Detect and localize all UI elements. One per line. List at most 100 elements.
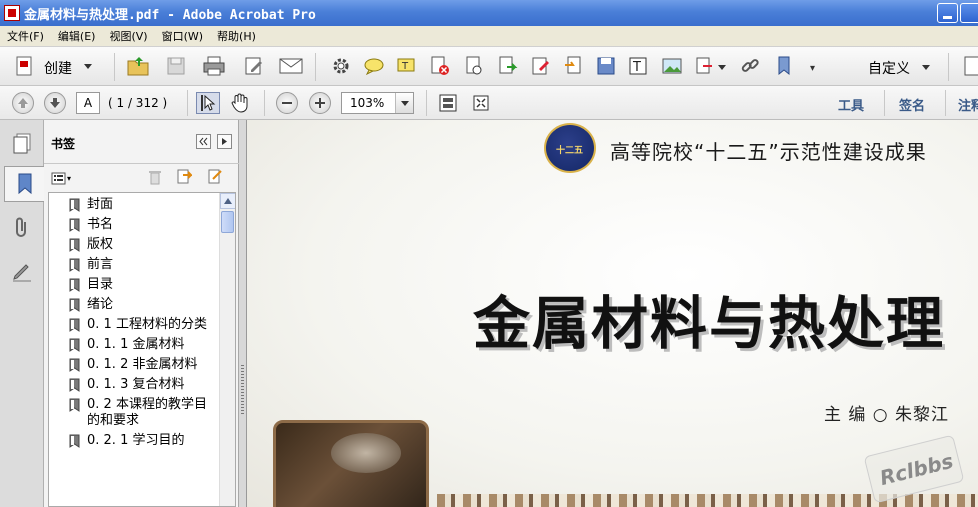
- customize-button[interactable]: 自定义: [868, 58, 910, 78]
- create-icon[interactable]: [12, 53, 38, 79]
- text-box-icon[interactable]: T: [625, 53, 651, 79]
- toolbar-overflow-icon[interactable]: ▾: [810, 63, 815, 74]
- document-view[interactable]: 十二五 高等院校“十二五”示范性建设成果 金属材料与热处理 主 编 ○ 朱黎江 …: [247, 120, 978, 507]
- zoom-in-button[interactable]: [309, 92, 331, 114]
- bookmark-label: 0. 2. 1 学习目的: [87, 433, 185, 448]
- image-icon[interactable]: [659, 53, 685, 79]
- hand-tool-icon[interactable]: [228, 92, 252, 114]
- sign-pane-link[interactable]: 签名: [899, 95, 925, 114]
- bookmark-label: 版权: [87, 237, 114, 252]
- customize-dropdown-icon[interactable]: [922, 65, 930, 70]
- menu-edit[interactable]: 编辑(E): [51, 28, 103, 44]
- create-button[interactable]: 创建: [44, 58, 72, 78]
- chain-link-icon[interactable]: [737, 53, 763, 79]
- bookmark-label: 0. 1. 2 非金属材料: [87, 357, 198, 372]
- bookmark-item[interactable]: 绪论: [49, 297, 235, 313]
- bookmarks-panel-icon[interactable]: [4, 166, 45, 202]
- toolbar-separator: [114, 53, 115, 81]
- bookmark-item[interactable]: 版权: [49, 237, 235, 253]
- full-screen-icon[interactable]: [469, 92, 493, 114]
- open-folder-icon[interactable]: [125, 53, 151, 79]
- menu-file[interactable]: 文件(F): [0, 28, 51, 44]
- bookmark-item[interactable]: 0. 1. 3 复合材料: [49, 377, 235, 393]
- create-dropdown-icon[interactable]: [84, 64, 92, 69]
- toolbar-extra-icon[interactable]: [958, 53, 978, 79]
- highlight-text-icon[interactable]: T: [394, 53, 420, 79]
- email-icon[interactable]: [278, 53, 304, 79]
- bookmark-options-icon[interactable]: ▾: [51, 170, 75, 186]
- splitter-grip[interactable]: [241, 365, 244, 415]
- bookmark-label: 0. 2 本课程的教学目的和要求: [87, 397, 207, 428]
- panel-splitter[interactable]: [239, 120, 247, 507]
- comment-pane-link[interactable]: 注释: [958, 95, 978, 114]
- menu-bar: 文件(F) 编辑(E) 视图(V) 窗口(W) 帮助(H): [0, 26, 978, 46]
- bookmark-label: 封面: [87, 197, 114, 212]
- bookmark-item[interactable]: 0. 2 本课程的教学目的和要求: [49, 397, 235, 429]
- bookmark-item[interactable]: 0. 1. 1 金属材料: [49, 337, 235, 353]
- export-page-icon[interactable]: [495, 53, 521, 79]
- bookmark-item[interactable]: 目录: [49, 277, 235, 293]
- bookmark-icon: [69, 378, 80, 392]
- bookmarks-title: 书签: [51, 137, 76, 151]
- zoom-combobox[interactable]: [341, 92, 414, 114]
- scrollbar-thumb[interactable]: [221, 211, 234, 233]
- watermark-text: Rclbbs: [877, 448, 956, 491]
- book-title: 金属材料与热处理: [473, 290, 945, 357]
- menu-window[interactable]: 窗口(W): [155, 28, 210, 44]
- toolbar-separator: [945, 90, 946, 116]
- bookmark-icon: [69, 338, 80, 352]
- expand-bookmark-icon[interactable]: [207, 169, 223, 188]
- panel-arrow-icon[interactable]: [217, 134, 232, 149]
- bookmark-label: 0. 1. 1 金属材料: [87, 337, 185, 352]
- bookmark-item[interactable]: 0. 2. 1 学习目的: [49, 433, 235, 449]
- bookmarks-scrollbar[interactable]: [219, 193, 235, 506]
- new-bookmark-icon[interactable]: [176, 169, 194, 188]
- attach-file-icon[interactable]: [461, 53, 487, 79]
- previous-page-button[interactable]: [12, 92, 34, 114]
- bookmark-add-icon[interactable]: [771, 53, 797, 79]
- acrobat-app-icon: [4, 5, 20, 21]
- signatures-pen-icon[interactable]: [4, 254, 40, 290]
- zoom-input[interactable]: [342, 93, 392, 113]
- sign-document-icon[interactable]: [528, 53, 554, 79]
- bookmark-label: 书名: [87, 217, 114, 232]
- fit-page-icon[interactable]: [436, 92, 460, 114]
- save-copy-icon[interactable]: [593, 53, 619, 79]
- menu-view[interactable]: 视图(V): [102, 28, 154, 44]
- attachments-paperclip-icon[interactable]: [4, 210, 40, 246]
- bookmarks-panel: 书签 ▾ 封面 书名 版权 前言 目录 绪论 0. 1 工程材料的分类 0. 1…: [44, 120, 239, 507]
- bookmark-label: 目录: [87, 277, 114, 292]
- delete-page-icon[interactable]: [427, 53, 453, 79]
- minimize-button[interactable]: [937, 3, 958, 23]
- save-icon[interactable]: [163, 53, 189, 79]
- print-icon[interactable]: [201, 53, 227, 79]
- bookmark-label: 0. 1 工程材料的分类: [87, 317, 207, 332]
- zoom-out-button[interactable]: [276, 92, 298, 114]
- bookmark-icon: [69, 434, 80, 448]
- bookmark-item[interactable]: 封面: [49, 197, 235, 213]
- bookmark-icon: [69, 238, 80, 252]
- comment-bubble-icon[interactable]: [361, 53, 387, 79]
- bookmark-label: 绪论: [87, 297, 114, 312]
- scroll-up-icon[interactable]: [220, 193, 235, 209]
- link-page-icon[interactable]: [692, 53, 718, 79]
- next-page-button[interactable]: [44, 92, 66, 114]
- maximize-button[interactable]: [960, 3, 978, 23]
- page-number-input[interactable]: A: [76, 92, 100, 114]
- settings-gear-icon[interactable]: [328, 53, 354, 79]
- menu-help[interactable]: 帮助(H): [210, 28, 263, 44]
- zoom-dropdown-icon[interactable]: [395, 93, 413, 113]
- edit-document-icon[interactable]: [241, 53, 267, 79]
- bookmark-icon: [69, 358, 80, 372]
- bookmark-item[interactable]: 0. 1. 2 非金属材料: [49, 357, 235, 373]
- delete-bookmark-icon[interactable]: [148, 169, 162, 188]
- select-tool-button[interactable]: [196, 92, 220, 114]
- stamp-icon[interactable]: [561, 53, 587, 79]
- collapse-panel-icon[interactable]: [196, 134, 211, 149]
- tools-pane-link[interactable]: 工具: [838, 95, 864, 114]
- bookmark-item[interactable]: 0. 1 工程材料的分类: [49, 317, 235, 333]
- bookmark-item[interactable]: 前言: [49, 257, 235, 273]
- bookmark-item[interactable]: 书名: [49, 217, 235, 233]
- page-thumbnails-icon[interactable]: [4, 126, 40, 162]
- link-dropdown-icon[interactable]: [718, 65, 726, 70]
